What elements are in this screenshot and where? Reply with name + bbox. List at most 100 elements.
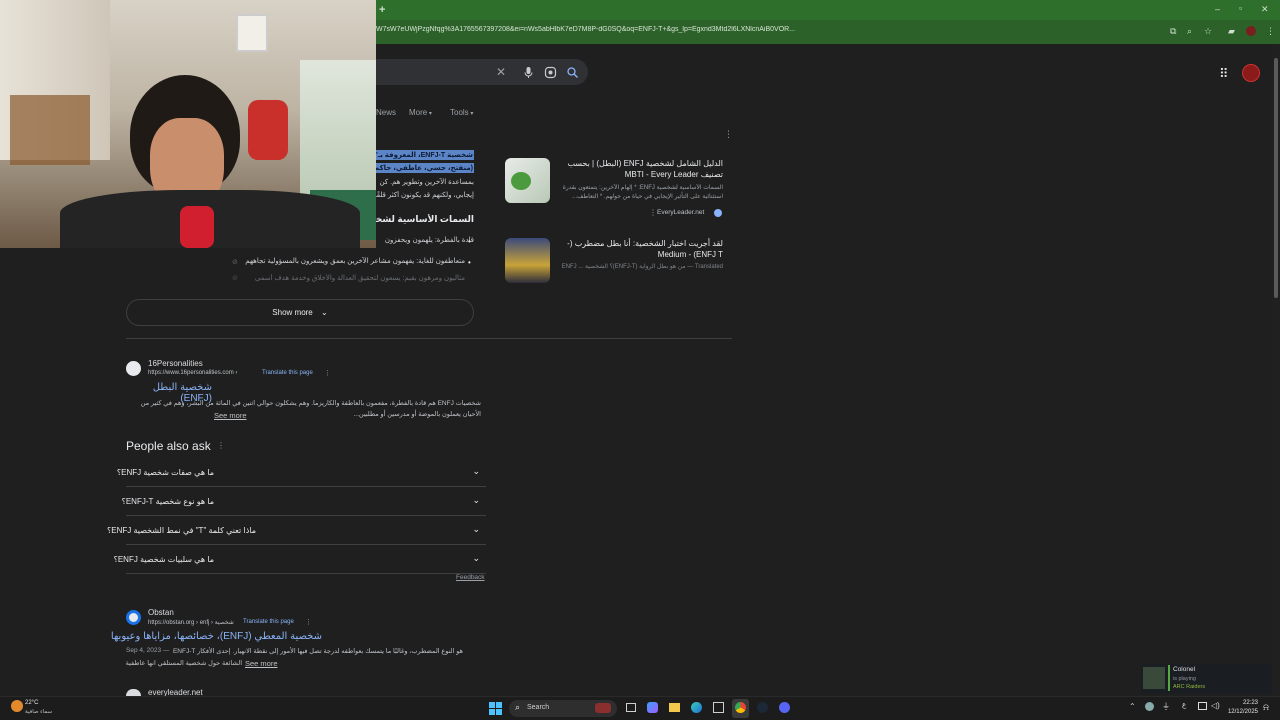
paa-question: ما هي سلبيات شخصية ENFJ؟: [113, 555, 214, 564]
close-window-button[interactable]: ✕: [1261, 4, 1269, 15]
paa-heading: People also ask: [126, 439, 211, 453]
translate-link[interactable]: Translate this page: [243, 619, 294, 625]
more-options-icon[interactable]: ⋮: [724, 129, 733, 140]
steam-notification[interactable]: Colonel is playing ARC Raiders: [1141, 664, 1272, 694]
more-dropdown-icon: ▾: [427, 111, 432, 117]
result-url[interactable]: https://obstan.org › enfj › شخصية: [148, 619, 234, 626]
edge-icon[interactable]: [691, 702, 702, 713]
result-site-name: everyleader.net: [148, 688, 203, 696]
profile-avatar-icon[interactable]: [1246, 26, 1256, 36]
network-icon[interactable]: [1198, 702, 1207, 710]
volume-icon[interactable]: ◁): [1211, 701, 1220, 710]
snippet-bullet-2: متعاطفون للغاية: يفهمون مشاعر الآخرين بع…: [245, 258, 465, 265]
friend-game: ARC Raiders: [1173, 684, 1206, 690]
start-button[interactable]: [489, 702, 502, 715]
store-icon[interactable]: [713, 702, 724, 713]
feedback-link[interactable]: Feedback: [456, 574, 485, 581]
result-date: Sep 4, 2023 —: [126, 647, 170, 654]
minimize-button[interactable]: –: [1215, 4, 1220, 14]
extension-icon[interactable]: ▰: [1228, 26, 1235, 37]
result-snippet: شخصيات ENFJ هم قادة بالفطرة، مفعمون بالع…: [140, 400, 481, 418]
paa-question-row[interactable]: ما هي سلبيات شخصية ENFJ؟ ⌄: [114, 545, 486, 574]
tab-more[interactable]: More: [409, 108, 427, 117]
snippet-bullet-3: مثاليون ومرهون بقيم: يسعون لتحقيق العدال…: [254, 275, 465, 282]
weather-temp[interactable]: 22°C: [25, 700, 38, 706]
paa-question-row[interactable]: ما هي صفات شخصية ENFJ؟ ⌄: [117, 458, 486, 487]
side-result-card-2[interactable]: لقد أجريت اختبار الشخصية: أنا بطل مضطرب …: [497, 232, 731, 286]
side-result-desc: السمات الأساسية لشخصية ENFJ: * إلهام الآ…: [562, 185, 723, 200]
microphone-icon[interactable]: ⏚: [1162, 701, 1170, 712]
more-options-icon[interactable]: ⋮: [217, 441, 225, 450]
new-tab-button[interactable]: +: [379, 4, 385, 16]
url-field[interactable]: W7sW7eUWjPzgNfqg%3A1765567397208&ei=nWs5…: [376, 26, 1166, 33]
bullet-dot: •: [468, 237, 471, 246]
search-box[interactable]: ✕: [376, 59, 588, 85]
snippet-line-4: إيجابي، ولكنهم قد يكونون أكثر قلقًا: [376, 192, 474, 199]
result-title-link[interactable]: شخصية المعطي (ENFJ)، خصائصها، مزاياها وع…: [111, 631, 322, 642]
tab-news[interactable]: News: [376, 108, 396, 117]
file-explorer-icon[interactable]: [669, 703, 680, 712]
search-placeholder: Search: [527, 704, 550, 711]
language-icon[interactable]: ع: [1182, 701, 1186, 709]
clock-date[interactable]: 12/12/2025: [1220, 709, 1258, 715]
side-result-desc: Translated — من هو بطل الرواية (ENFJ-T)؟…: [561, 264, 723, 270]
snippet-line-3: بمساعدة الآخرين وتطوير هم. كن: [379, 179, 474, 186]
chair: [10, 95, 90, 165]
search-icon[interactable]: [566, 66, 579, 79]
tab-tools[interactable]: Tools: [450, 108, 469, 117]
chevron-down-icon: ⌄: [472, 553, 480, 563]
taskbar-search[interactable]: ⌕ Search: [509, 700, 617, 717]
translate-link[interactable]: Translate this page: [262, 370, 313, 376]
browser-menu-icon[interactable]: ⋮: [1266, 26, 1275, 37]
result-site-name: 16Personalities: [148, 359, 203, 368]
webcam-overlay: [0, 0, 376, 248]
tools-dropdown-icon: ▾: [468, 111, 474, 117]
chrome-icon[interactable]: [735, 702, 746, 713]
tray-overflow-icon[interactable]: ⌃: [1129, 702, 1136, 711]
snippet-bullet-1: قادة بالفطرة: يلهمون ويحفزون: [384, 237, 474, 244]
show-more-button[interactable]: Show more ⌄: [126, 299, 474, 326]
account-avatar[interactable]: [1242, 64, 1260, 82]
task-view-icon[interactable]: [626, 703, 636, 712]
apps-grid-icon[interactable]: ⠿: [1219, 66, 1229, 82]
weather-icon: [11, 700, 23, 712]
result-site-name: Obstan: [148, 608, 174, 617]
more-options-icon[interactable]: ⋮: [305, 618, 312, 626]
site-favicon-icon: [714, 209, 722, 217]
weather-desc[interactable]: سماء صافية: [25, 709, 52, 715]
chevron-down-icon: ⌄: [472, 495, 480, 505]
more-options-icon[interactable]: ⋮: [649, 208, 657, 217]
search-highlight-icon: [595, 703, 611, 713]
snippet-highlight-1: شخصية ENFJ-T، المعروفة بـ"البطل": [376, 150, 474, 160]
paa-question-row[interactable]: ماذا تعني كلمة "T" في نمط الشخصية ENFJ؟ …: [107, 516, 486, 545]
scrollbar-thumb[interactable]: [1274, 58, 1278, 298]
see-more-link[interactable]: See more: [245, 659, 278, 668]
clock-time[interactable]: 22:23: [1228, 700, 1258, 706]
tray-app-icon[interactable]: [1145, 702, 1154, 711]
article-thumbnail: [505, 238, 550, 283]
microphone-icon[interactable]: [522, 66, 535, 79]
see-more-link[interactable]: See more: [214, 411, 247, 420]
copilot-icon[interactable]: [647, 702, 658, 713]
taskbar: 22°C سماء صافية ⌕ Search ⌃ ⏚ ع ◁) 22:23 …: [0, 696, 1280, 720]
maximize-button[interactable]: ▫: [1239, 3, 1242, 13]
bullet-dot: •: [468, 258, 471, 267]
link-chip-icon[interactable]: ⊘: [232, 274, 238, 282]
side-result-card-1[interactable]: الدليل الشامل لشخصية ENFJ (البطل) | بحسب…: [497, 150, 731, 226]
zoom-icon[interactable]: ⌕: [1187, 26, 1192, 37]
status-bar: [1168, 665, 1170, 691]
translate-icon[interactable]: ⧉: [1170, 26, 1176, 37]
more-options-icon[interactable]: ⋮: [324, 369, 331, 377]
lens-icon[interactable]: [544, 66, 557, 79]
bookmark-star-icon[interactable]: ☆: [1204, 26, 1212, 37]
notification-bell-icon[interactable]: ⍾: [1263, 702, 1269, 713]
steam-icon[interactable]: [757, 702, 768, 713]
discord-icon[interactable]: [779, 702, 790, 713]
result-url[interactable]: https://www.16personalities.com ›: [148, 370, 237, 376]
paa-question-row[interactable]: ما هو نوع شخصية ENFJ-T؟ ⌄: [122, 487, 486, 516]
side-result-title[interactable]: الدليل الشامل لشخصية ENFJ (البطل) | بحسب…: [557, 158, 723, 180]
friend-name: Colonel: [1173, 666, 1196, 673]
link-chip-icon[interactable]: ⊘: [232, 258, 238, 266]
side-result-title[interactable]: لقد أجريت اختبار الشخصية: أنا بطل مضطرب …: [557, 238, 723, 260]
clear-search-icon[interactable]: ✕: [496, 65, 506, 79]
